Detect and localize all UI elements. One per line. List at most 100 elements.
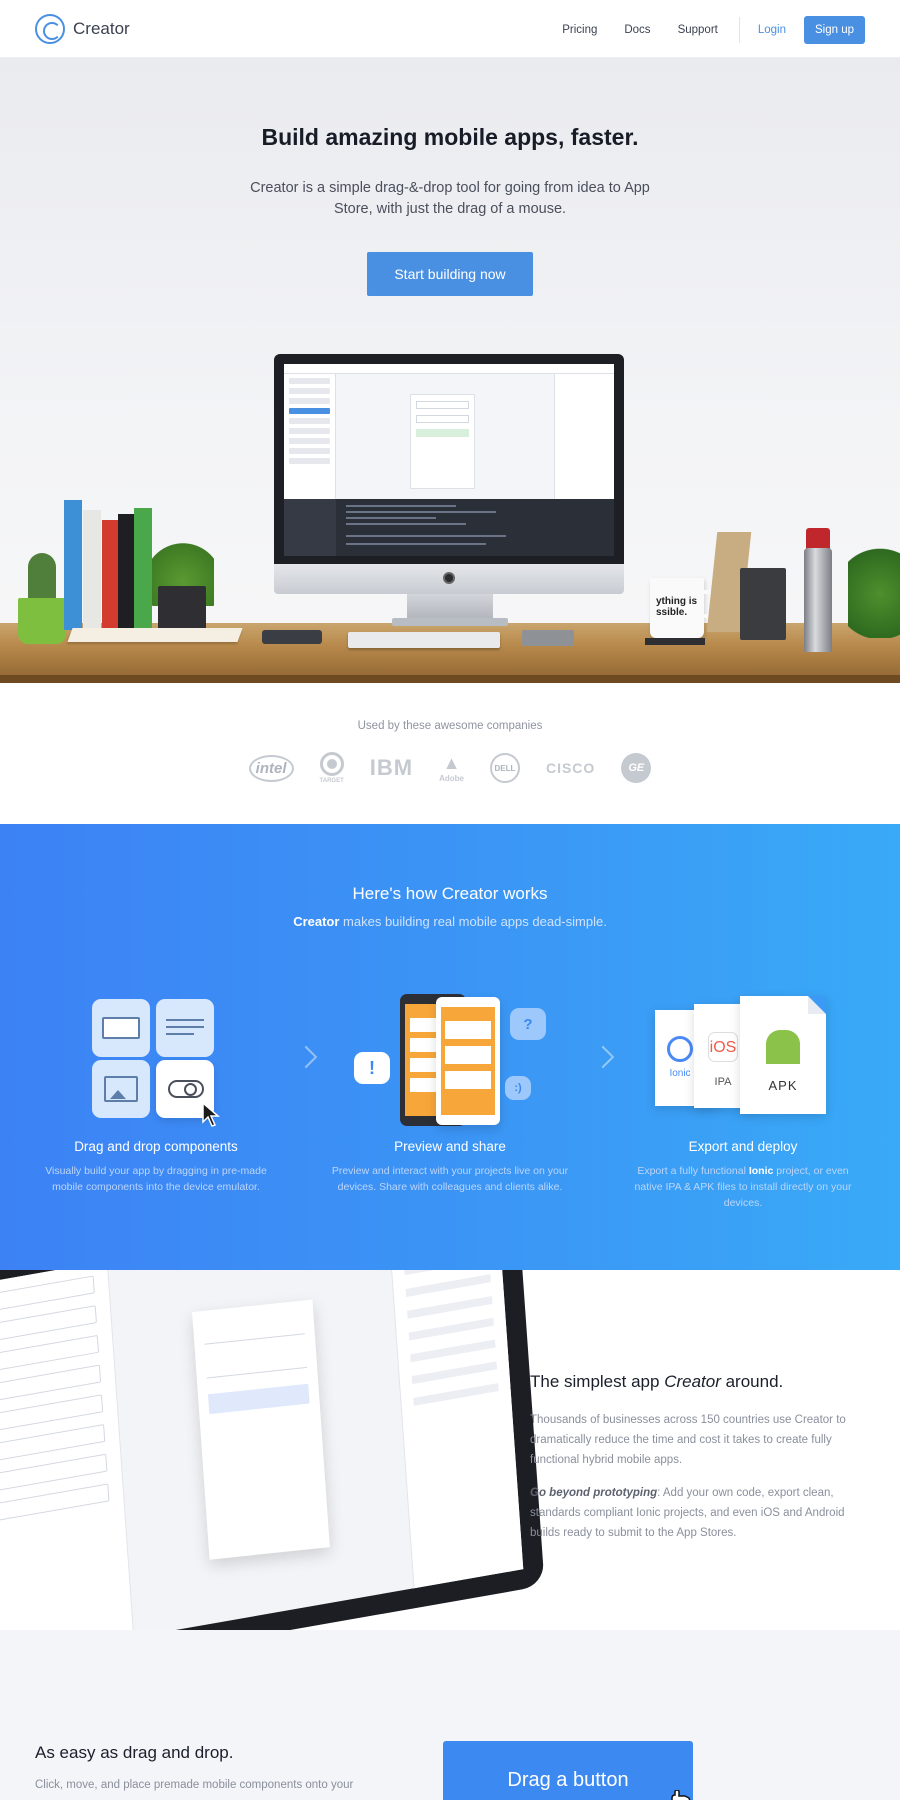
- adobe-logo: ▲ Adobe: [439, 753, 464, 783]
- step-title: Drag and drop components: [74, 1139, 238, 1154]
- smile-bubble-icon: :): [505, 1076, 531, 1100]
- ionic-bold-text: Ionic: [748, 1165, 774, 1177]
- chevron-right-icon: [591, 1045, 615, 1069]
- cactus-illustration: [28, 553, 56, 601]
- hero-subtitle: Creator is a simple drag-&-drop tool for…: [250, 180, 650, 217]
- drag-description: Click, move, and place premade mobile co…: [35, 1779, 354, 1791]
- how-subtitle: Creator makes building real mobile apps …: [0, 914, 900, 929]
- login-link[interactable]: Login: [758, 24, 786, 36]
- how-subtitle-brand: Creator: [293, 914, 340, 929]
- start-building-button[interactable]: Start building now: [367, 252, 533, 296]
- apk-file-doc: APK: [740, 996, 826, 1114]
- brand-name: Creator: [73, 19, 130, 38]
- adobe-logo-text: Adobe: [439, 774, 464, 783]
- ionic-logo-icon: [667, 1036, 693, 1062]
- how-it-works-section: Here's how Creator works Creator makes b…: [0, 824, 900, 1270]
- how-title: Here's how Creator works: [352, 884, 548, 903]
- drag-title: As easy as drag and drop.: [35, 1743, 234, 1762]
- top-nav: Creator Pricing Docs Support Login Sign …: [0, 0, 900, 58]
- simplest-bold-text: Go beyond prototyping: [530, 1487, 658, 1499]
- webcam-icon: [443, 572, 455, 584]
- simplest-paragraph-2: Go beyond prototyping: Add your own code…: [530, 1483, 865, 1543]
- card-illustration: [445, 1021, 491, 1039]
- doc-fold-icon: [808, 996, 826, 1014]
- phone-preview: [192, 1299, 330, 1560]
- laptop-illustration: [0, 1270, 545, 1630]
- phone-illustration: [262, 630, 322, 644]
- card-illustration: [445, 1046, 491, 1064]
- nav-link-docs[interactable]: Docs: [624, 24, 650, 36]
- step-desc: Visually build your app by dragging in p…: [45, 1165, 267, 1193]
- hand-cursor-icon: [671, 1790, 691, 1800]
- chevron-right-icon: [294, 1045, 318, 1069]
- simplest-section: The simplest app Creator around. Thousan…: [0, 1270, 900, 1630]
- target-bullseye-icon: [319, 752, 344, 776]
- mug-text: ything is ssible.: [656, 596, 698, 618]
- simplest-title: The simplest app Creator around.: [530, 1372, 783, 1392]
- properties-panel: [387, 1270, 524, 1589]
- plant-illustration: [848, 528, 900, 638]
- app-screenshot: [284, 364, 614, 556]
- hero-section: Build amazing mobile apps, faster. Creat…: [0, 58, 900, 683]
- simplest-title-brand: Creator: [664, 1372, 721, 1391]
- simplest-paragraph-1: Thousands of businesses across 150 count…: [530, 1414, 846, 1466]
- trackpad-illustration: [522, 630, 574, 646]
- step-drag-drop: Drag and drop components Visually build …: [36, 1139, 276, 1195]
- components-panel: [0, 1270, 135, 1630]
- alert-bubble-icon: !: [354, 1052, 390, 1084]
- target-logo-text: TARGET: [319, 778, 344, 784]
- nav-link-support[interactable]: Support: [678, 24, 718, 36]
- ge-logo: GE: [621, 753, 652, 783]
- notebook-illustration: [67, 628, 243, 642]
- nav-link-pricing[interactable]: Pricing: [562, 24, 597, 36]
- question-bubble-icon: ?: [510, 1008, 546, 1040]
- how-subtitle-text: makes building real mobile apps dead-sim…: [339, 914, 607, 929]
- apk-label: APK: [768, 1078, 798, 1093]
- coaster-illustration: [645, 638, 705, 645]
- adobe-mark-icon: ▲: [442, 753, 461, 773]
- hero-title: Build amazing mobile apps, faster.: [261, 124, 639, 150]
- step-desc: Preview and interact with your projects …: [331, 1165, 569, 1193]
- target-logo: TARGET: [320, 752, 344, 784]
- step-title: Export and deploy: [688, 1139, 798, 1154]
- text-component-tile: [156, 999, 214, 1057]
- drag-section: As easy as drag and drop. Click, move, a…: [0, 1630, 900, 1800]
- signup-button[interactable]: Sign up: [803, 16, 865, 44]
- step-desc: Export a fully functional Ionic project,…: [623, 1163, 863, 1211]
- intel-logo: intel: [248, 754, 294, 782]
- book-illustration: [83, 510, 101, 630]
- book-illustration: [64, 500, 82, 630]
- book-illustration: [134, 508, 152, 630]
- laptop-screen: [0, 1270, 524, 1630]
- plant-pot-illustration: [18, 598, 66, 644]
- cisco-logo: CISCO: [545, 760, 596, 776]
- ibm-logo: IBM: [369, 755, 414, 780]
- imac-chin: [274, 564, 624, 594]
- step-preview-share: Preview and share Preview and interact w…: [330, 1139, 570, 1195]
- pen-cup-illustration: [740, 568, 786, 640]
- company-logos: intel TARGET IBM ▲ Adobe DELL CISCO GE: [0, 752, 900, 784]
- brand-logo[interactable]: Creator: [35, 14, 130, 44]
- mug-illustration: ything is ssible.: [650, 578, 704, 638]
- nav-divider: [738, 17, 740, 43]
- image-component-tile: [92, 1060, 150, 1118]
- plant-pot-illustration: [158, 586, 206, 632]
- nav-links: Pricing Docs Support Login Sign up: [535, 16, 865, 44]
- step-export-deploy: Export and deploy Export a fully functio…: [623, 1139, 863, 1211]
- ios-logo-icon: iOS: [708, 1032, 738, 1062]
- imac-illustration: [274, 354, 624, 564]
- keyboard-illustration: [348, 632, 500, 648]
- desk-edge: [0, 675, 900, 683]
- simplest-title-text: The simplest app: [530, 1372, 665, 1391]
- imac-foot: [392, 618, 508, 626]
- step-desc-text: Export a fully functional: [637, 1165, 749, 1177]
- dell-logo: DELL: [489, 753, 520, 783]
- step-title: Preview and share: [394, 1139, 506, 1154]
- card-illustration: [445, 1071, 491, 1089]
- simplest-title-text: around.: [720, 1372, 784, 1391]
- bottle-illustration: [804, 548, 832, 652]
- button-component-tile: [92, 999, 150, 1057]
- companies-caption: Used by these awesome companies: [357, 720, 543, 732]
- android-body-icon: [766, 1048, 800, 1064]
- drag-a-button[interactable]: Drag a button: [443, 1741, 693, 1800]
